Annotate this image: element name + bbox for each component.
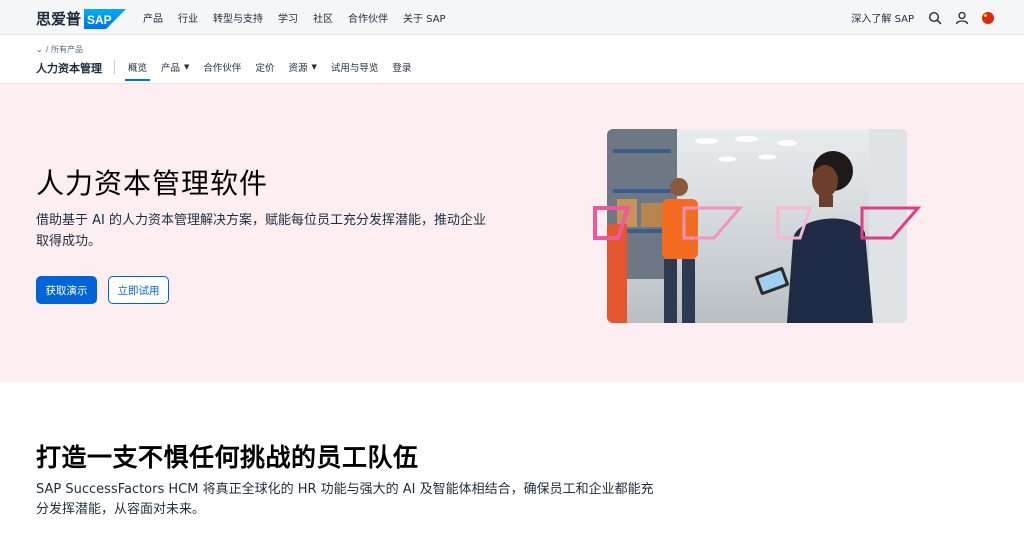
nav-community[interactable]: 社区 [313, 10, 333, 25]
subnav-divider [114, 60, 115, 74]
tab-login-label: 登录 [392, 63, 412, 74]
search-icon[interactable] [928, 11, 942, 25]
breadcrumb[interactable]: ⌄ / 所有产品 [36, 44, 83, 55]
nav-learning[interactable]: 学习 [278, 10, 298, 25]
tab-login[interactable]: 登录 [392, 60, 411, 74]
nav-about-sap[interactable]: 关于 SAP [403, 10, 446, 25]
tab-trials-tours-label: 试用与导览 [330, 63, 379, 74]
try-now-button[interactable]: 立即试用 [108, 276, 169, 304]
tab-partners[interactable]: 合作伙伴 [203, 60, 241, 74]
user-icon[interactable] [955, 11, 969, 25]
learn-more-link[interactable]: 深入了解 SAP [851, 10, 914, 25]
brand-chinese-name: 思爱普 [36, 10, 82, 28]
nav-industries[interactable]: 行业 [178, 10, 198, 25]
get-demo-button[interactable]: 获取演示 [36, 276, 97, 304]
tab-pricing[interactable]: 定价 [255, 60, 274, 74]
global-nav: 产品 行业 转型与支持 学习 社区 合作伙伴 关于 SAP [143, 0, 461, 35]
nav-transformation-support[interactable]: 转型与支持 [213, 10, 263, 25]
sap-logo-icon: SAP [84, 8, 127, 29]
sap-logo-text: SAP [87, 13, 112, 27]
hero-banner: 人力资本管理软件 借助基于 AI 的人力资本管理解决方案，赋能每位员工充分发挥潜… [0, 84, 1024, 382]
tab-partners-label: 合作伙伴 [203, 63, 242, 74]
tab-overview-label: 概览 [128, 63, 148, 74]
china-flag-icon[interactable] [982, 11, 994, 24]
global-header: 思爱普 SAP 产品 行业 转型与支持 学习 社区 合作伙伴 关于 SAP 深入… [0, 0, 1024, 35]
breadcrumb-all-products[interactable]: / 所有产品 [46, 44, 83, 55]
product-subnav: ⌄ / 所有产品 人力资本管理 概览 产品 ▼ 合作伙伴 定价 资源 ▼ 试用与导览… [0, 36, 1024, 84]
tab-products-label: 产品 [161, 63, 181, 74]
hero-title: 人力资本管理软件 [36, 167, 269, 200]
tab-resources[interactable]: 资源 ▼ [288, 60, 316, 74]
header-actions: 深入了解 SAP [851, 0, 994, 35]
tab-pricing-label: 定价 [255, 63, 275, 74]
hero-description: 借助基于 AI 的人力资本管理解决方案，赋能每位员工充分发挥潜能，推动企业取得成… [36, 213, 486, 249]
nav-partners[interactable]: 合作伙伴 [348, 10, 388, 25]
subnav-tabs: 概览 产品 ▼ 合作伙伴 定价 资源 ▼ 试用与导览 登录 [124, 60, 425, 81]
tab-overview[interactable]: 概览 [124, 60, 151, 81]
section-title: 打造一支不惧任何挑战的员工队伍 [36, 443, 419, 472]
chevron-down-icon: ▼ [184, 63, 190, 71]
tab-trials-tours[interactable]: 试用与导览 [331, 60, 379, 74]
tab-products[interactable]: 产品 ▼ [161, 60, 189, 74]
section-description: SAP SuccessFactors HCM 将真正全球化的 HR 功能与强大的… [36, 482, 654, 517]
chevron-down-icon: ⌄ [36, 45, 43, 54]
tab-resources-label: 资源 [288, 63, 308, 74]
decorative-pink-shapes [593, 206, 922, 240]
chevron-down-icon: ▼ [311, 63, 317, 71]
subnav-title: 人力资本管理 [36, 62, 102, 75]
nav-products[interactable]: 产品 [143, 10, 163, 25]
brand-logo[interactable]: 思爱普 SAP [36, 8, 127, 29]
